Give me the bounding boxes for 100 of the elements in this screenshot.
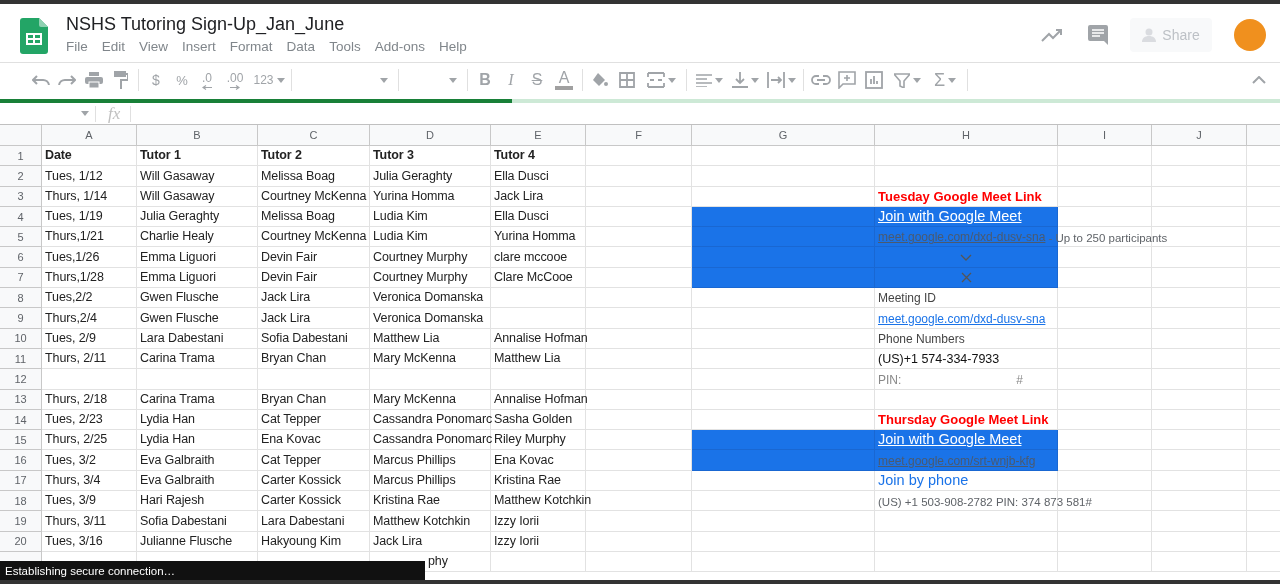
cell-text: Lydia Han [140,432,195,448]
caret-icon[interactable] [276,77,285,83]
cell-text: Cassandra Ponomarc [373,432,493,448]
menu-item[interactable]: View [139,38,169,56]
column-header[interactable]: D [370,125,491,146]
cell-text: Thurs,2/4 [45,310,97,326]
row-number[interactable]: 3 [0,186,42,207]
menu-item[interactable]: Add-ons [374,38,425,56]
cell-text: Hari Rajesh [140,493,205,509]
row-number[interactable]: 15 [0,430,42,451]
trend-icon[interactable] [1041,28,1063,42]
cell-text: Izzy Iorii [494,533,539,549]
chevron-down-icon[interactable] [960,253,972,261]
cell-text: Matthew Lia [494,351,561,367]
menu-item[interactable]: Edit [101,38,126,56]
comment-icon[interactable] [1088,25,1108,45]
join-link[interactable]: Join with Google Meet [878,431,1022,448]
join-link[interactable]: Join with Google Meet [878,208,1022,225]
arrow-left-icon [202,84,212,90]
column-header[interactable]: H [875,125,1058,146]
align-left-icon [695,73,712,87]
cell-text: Will Gasaway [140,188,215,204]
row-number[interactable]: 10 [0,328,42,349]
row-number[interactable]: 14 [0,409,42,431]
borders-icon [618,72,635,88]
phone-link[interactable]: Join by phone [878,472,969,489]
row-number[interactable]: 5 [0,227,42,248]
row-number[interactable]: 2 [0,166,42,187]
row-number[interactable]: 19 [0,511,42,532]
document-title[interactable]: NSHS Tutoring Sign-Up_Jan_June [66,13,345,35]
section-heading: Tuesday Google Meet Link [878,188,1042,204]
cell-text: PIN: [878,372,902,387]
cell-text: Gwen Flusche [140,290,219,306]
comment-add-icon [838,71,856,89]
row-number[interactable]: 8 [0,288,42,309]
avatar[interactable] [1234,19,1266,51]
caret-icon[interactable] [380,77,388,83]
column-header[interactable]: C [258,125,370,146]
close-icon[interactable] [960,271,972,283]
menu-item[interactable]: Format [229,38,273,56]
filter-icon [893,72,910,88]
caret-icon[interactable] [449,77,457,83]
column-header[interactable]: G [692,125,875,146]
cell-text: Riley Murphy [494,432,566,448]
cell-text: Sasha Golden [494,412,573,428]
meeting-link[interactable]: meet.google.com/dxd-dusv-sna [878,311,1046,326]
cell-text: Matthew Kotchkin [494,493,592,509]
cell-text: Ella Dusci [494,168,549,184]
column-header[interactable]: I [1058,125,1152,146]
cell-text: Julia Geraghty [140,209,220,225]
menu-item[interactable]: Data [286,38,316,56]
cell-text: Jack Lira [373,533,423,549]
row-number[interactable]: 7 [0,267,42,289]
caret-icon[interactable] [667,77,676,83]
caret-icon[interactable] [787,77,796,83]
row-number[interactable]: 13 [0,389,42,410]
row-number[interactable]: 18 [0,491,42,512]
cell-text: Marcus Phillips [373,473,456,489]
cell-text: Thurs, 3/4 [45,473,101,489]
column-header[interactable]: A [42,125,137,146]
row-number[interactable]: 16 [0,450,42,471]
cell-text: Charlie Healy [140,229,214,245]
row-number[interactable]: 17 [0,470,42,492]
row-number[interactable]: 1 [0,146,42,167]
column-header[interactable]: E [491,125,586,146]
caret-icon[interactable] [81,111,89,116]
menu-item[interactable]: Help [438,38,467,56]
cell-text: Phone Numbers [878,331,965,346]
column-header[interactable]: F [586,125,692,146]
cell-text: Lydia Han [140,412,195,428]
column-header[interactable]: J [1152,125,1247,146]
cell-text: Izzy Iorii [494,513,539,529]
cell-text: Jack Lira [261,290,311,306]
row-number[interactable]: 9 [0,308,42,329]
cell-text: Thurs, 3/11 [45,513,107,529]
menu-item[interactable]: Insert [182,38,216,56]
column-header[interactable] [1247,125,1280,146]
caret-icon[interactable] [714,77,723,83]
row-number[interactable]: 12 [0,369,42,390]
select-all-corner[interactable] [0,125,42,146]
cell-text: Matthew Kotchkin [373,513,471,529]
cell-text: Matthew Lia [373,330,440,346]
cell-text: Carina Trama [140,351,215,367]
row-number[interactable]: 4 [0,206,42,228]
row-number[interactable]: 6 [0,247,42,268]
caret-icon[interactable] [948,77,957,83]
cell-text: Yurina Homma [373,188,455,204]
cell-text: Carter Kossick [261,473,341,489]
column-header[interactable]: B [137,125,258,146]
menu-item[interactable]: Tools [329,38,361,56]
row-number[interactable]: 11 [0,348,42,370]
cell-text: Lara Dabestani [140,330,224,346]
row-number[interactable]: 20 [0,531,42,552]
cell-text: Cassandra Ponomarc [373,412,493,428]
caret-icon[interactable] [750,77,759,83]
cell-text: (US) +1 503-908-2782 PIN: 374 873 581# [878,496,1092,509]
spreadsheet-logo-icon [20,18,48,54]
cell-text: Cat Tepper [261,412,321,428]
menu-item[interactable]: File [66,38,88,56]
caret-icon[interactable] [912,77,921,83]
